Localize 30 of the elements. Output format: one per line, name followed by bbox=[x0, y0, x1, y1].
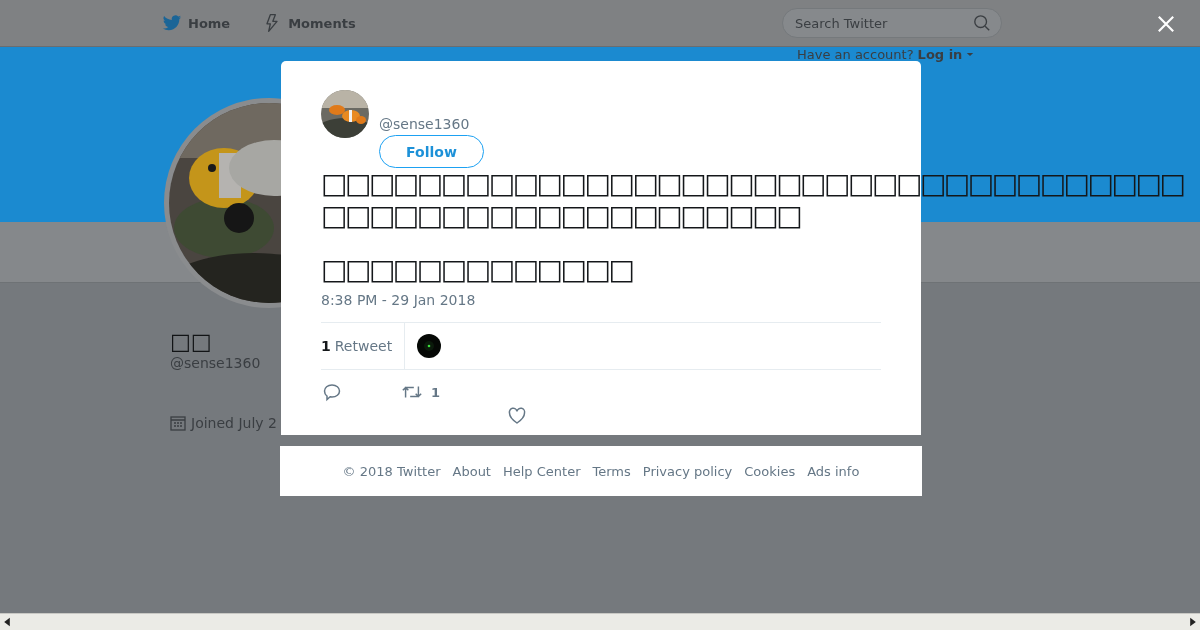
footer-link[interactable]: About bbox=[452, 463, 491, 479]
footer-link[interactable]: Terms bbox=[592, 463, 631, 479]
follow-button[interactable]: Follow bbox=[379, 135, 484, 168]
profile-name: □□ bbox=[170, 329, 212, 355]
user-handle[interactable]: @sense1360 bbox=[379, 116, 484, 132]
retweet-count[interactable]: 1 Retweet bbox=[321, 323, 406, 369]
footer-link[interactable]: Privacy policy bbox=[642, 463, 733, 479]
footer-link[interactable]: Ads info bbox=[807, 463, 860, 479]
caret-icon bbox=[966, 52, 975, 57]
login-link[interactable]: Log in bbox=[917, 47, 963, 62]
footer-link[interactable]: © 2018 Twitter bbox=[342, 463, 441, 479]
joined-date: Joined July 2 bbox=[191, 415, 277, 431]
profile-handle: @sense1360 bbox=[170, 355, 261, 371]
horizontal-scrollbar[interactable] bbox=[0, 613, 1200, 630]
retweet-action-count: 1 bbox=[431, 384, 441, 400]
account-prompt: Have an account? bbox=[797, 47, 914, 62]
close-icon[interactable] bbox=[1157, 15, 1175, 33]
tweet-timestamp: 8:38 PM - 29 Jan 2018 bbox=[321, 292, 477, 308]
bird-icon bbox=[162, 13, 182, 33]
like-icon[interactable] bbox=[507, 406, 527, 426]
search-field[interactable]: Search Twitter bbox=[782, 8, 1002, 38]
nav-link[interactable]: Home bbox=[162, 13, 231, 33]
footer-link[interactable]: Help Center bbox=[502, 463, 581, 479]
search-icon bbox=[973, 14, 991, 32]
footer-link[interactable]: Cookies bbox=[744, 463, 796, 479]
tweet-text-line: □□□□□□□□□□□□□□□□□□□□ bbox=[321, 200, 801, 232]
nav-link[interactable]: Moments bbox=[262, 13, 356, 33]
reply-icon[interactable] bbox=[322, 382, 342, 402]
calendar-icon bbox=[170, 415, 186, 431]
tweet-text-line: □□□□□□□□□□□□□ bbox=[321, 254, 633, 286]
